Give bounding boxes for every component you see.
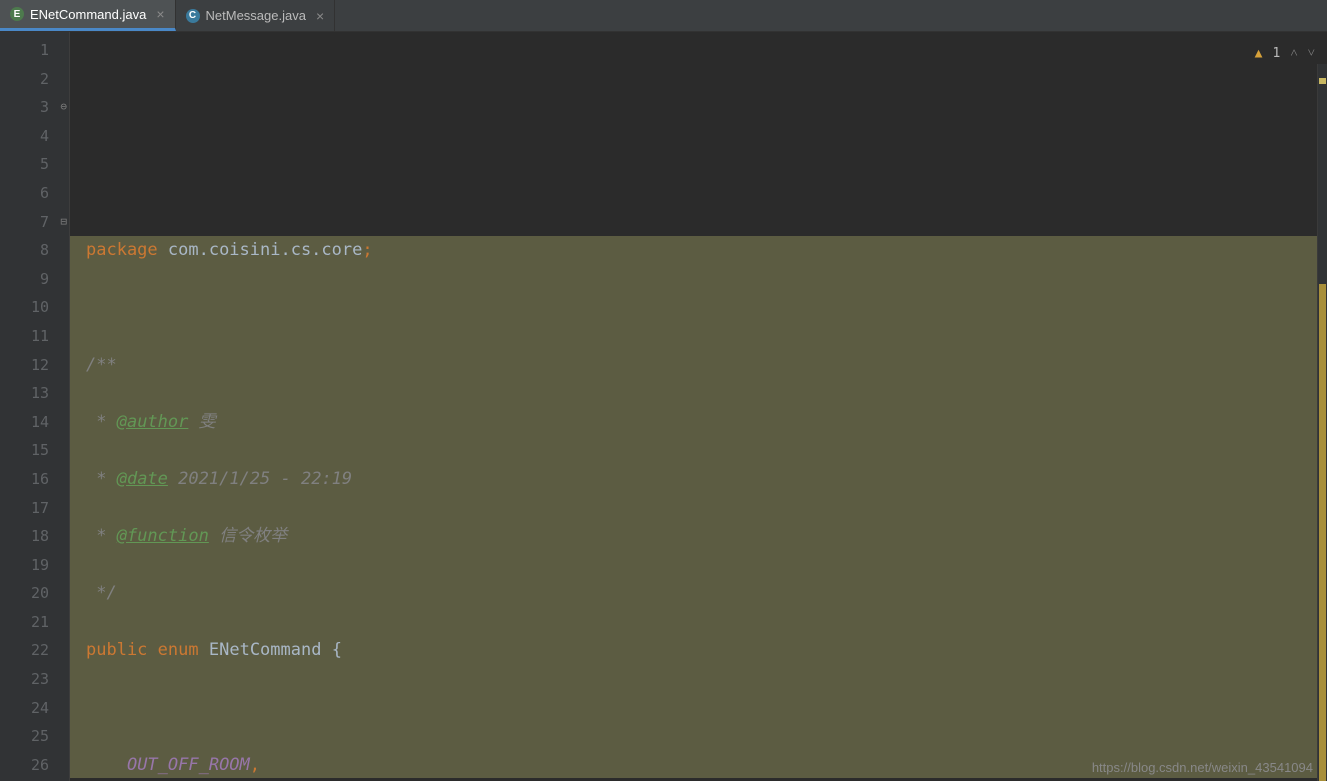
- line-number: 25: [0, 722, 49, 751]
- chevron-down-icon[interactable]: ˅: [1308, 40, 1315, 69]
- class-file-icon: C: [186, 9, 200, 23]
- tab-label: NetMessage.java: [206, 8, 306, 23]
- line-number: 24: [0, 694, 49, 723]
- line-number: 15: [0, 436, 49, 465]
- fold-icon[interactable]: ⊟: [60, 208, 67, 237]
- enum-file-icon: E: [10, 7, 24, 21]
- line-number: 19: [0, 551, 49, 580]
- inspection-indicator: ▲ 1 ˄ ˅: [1255, 40, 1315, 69]
- warning-count: 1: [1272, 40, 1280, 69]
- chevron-up-icon[interactable]: ˄: [1290, 40, 1297, 69]
- line-number: 3⊖: [0, 93, 49, 122]
- line-number: 26: [0, 751, 49, 780]
- code-area[interactable]: ▲ 1 ˄ ˅ package com.coisini.cs.core; /**…: [70, 32, 1327, 781]
- line-number: 5: [0, 150, 49, 179]
- line-number: 23: [0, 665, 49, 694]
- line-number: 8: [0, 236, 49, 265]
- line-number: 18: [0, 522, 49, 551]
- line-number: 21: [0, 608, 49, 637]
- line-number: 1: [0, 36, 49, 65]
- close-icon[interactable]: ×: [316, 8, 324, 24]
- code-content: package com.coisini.cs.core; /** * @auth…: [86, 208, 1327, 781]
- line-number: 22: [0, 636, 49, 665]
- line-number: 7⊟: [0, 208, 49, 237]
- line-number: 13: [0, 379, 49, 408]
- warning-icon[interactable]: ▲: [1255, 40, 1263, 69]
- tab-enetcommand[interactable]: E ENetCommand.java ×: [0, 0, 176, 31]
- line-number: 10: [0, 293, 49, 322]
- line-number: 16: [0, 465, 49, 494]
- line-number: 20: [0, 579, 49, 608]
- line-number: 2: [0, 65, 49, 94]
- line-number: 4: [0, 122, 49, 151]
- editor: 1 2 3⊖ 4 5 6 7⊟ 8 9 10 11 12 13 14 15 16…: [0, 32, 1327, 781]
- tab-label: ENetCommand.java: [30, 7, 146, 22]
- line-number: 9: [0, 265, 49, 294]
- line-number: 12: [0, 351, 49, 380]
- line-number: 17: [0, 494, 49, 523]
- line-number: 14: [0, 408, 49, 437]
- stripe-warning-marker[interactable]: [1319, 78, 1326, 84]
- watermark-text: https://blog.csdn.net/weixin_43541094: [1092, 760, 1313, 775]
- line-number-gutter: 1 2 3⊖ 4 5 6 7⊟ 8 9 10 11 12 13 14 15 16…: [0, 32, 70, 781]
- tab-bar: E ENetCommand.java × C NetMessage.java ×: [0, 0, 1327, 32]
- close-icon[interactable]: ×: [156, 6, 164, 22]
- fold-icon[interactable]: ⊖: [60, 93, 67, 122]
- line-number: 6: [0, 179, 49, 208]
- tab-netmessage[interactable]: C NetMessage.java ×: [176, 0, 336, 31]
- line-number: 11: [0, 322, 49, 351]
